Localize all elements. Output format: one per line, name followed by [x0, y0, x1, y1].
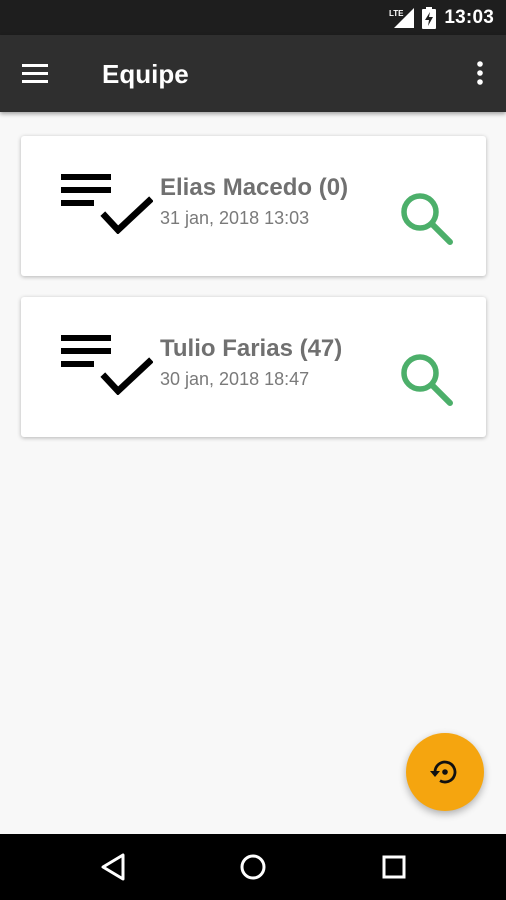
back-icon[interactable]: [96, 851, 132, 883]
content-area: Elias Macedo (0) 31 jan, 2018 13:03 Tuli…: [0, 112, 506, 834]
search-icon[interactable]: [397, 190, 457, 246]
member-date: 30 jan, 2018 18:47: [160, 369, 310, 389]
member-date: 31 jan, 2018 13:03: [160, 208, 310, 228]
playlist-check-icon: [61, 174, 153, 234]
team-member-card[interactable]: Tulio Farias (47) 30 jan, 2018 18:47: [21, 297, 486, 437]
menu-button[interactable]: [20, 57, 60, 91]
team-member-card[interactable]: Elias Macedo (0) 31 jan, 2018 13:03: [21, 136, 486, 276]
battery-charging-icon: [422, 6, 437, 29]
playlist-check-icon: [61, 335, 153, 395]
more-vert-icon: [477, 61, 483, 85]
lte-signal-icon: LTE: [389, 7, 415, 28]
member-name: Tulio Farias (47): [160, 335, 343, 362]
menu-icon: [22, 64, 48, 83]
page-title: Equipe: [102, 59, 189, 89]
app-bar: Equipe: [0, 35, 506, 112]
system-nav-bar: [0, 834, 506, 900]
home-icon[interactable]: [235, 851, 271, 883]
restore-icon: [430, 760, 457, 784]
restore-fab-button[interactable]: [406, 733, 484, 811]
recents-icon[interactable]: [376, 851, 412, 883]
status-bar: LTE 13:03: [0, 0, 506, 35]
svg-text:LTE: LTE: [389, 9, 404, 18]
search-icon[interactable]: [397, 351, 457, 407]
member-name: Elias Macedo (0): [160, 174, 349, 201]
status-time: 13:03: [444, 6, 494, 28]
overflow-menu-button[interactable]: [470, 57, 490, 91]
